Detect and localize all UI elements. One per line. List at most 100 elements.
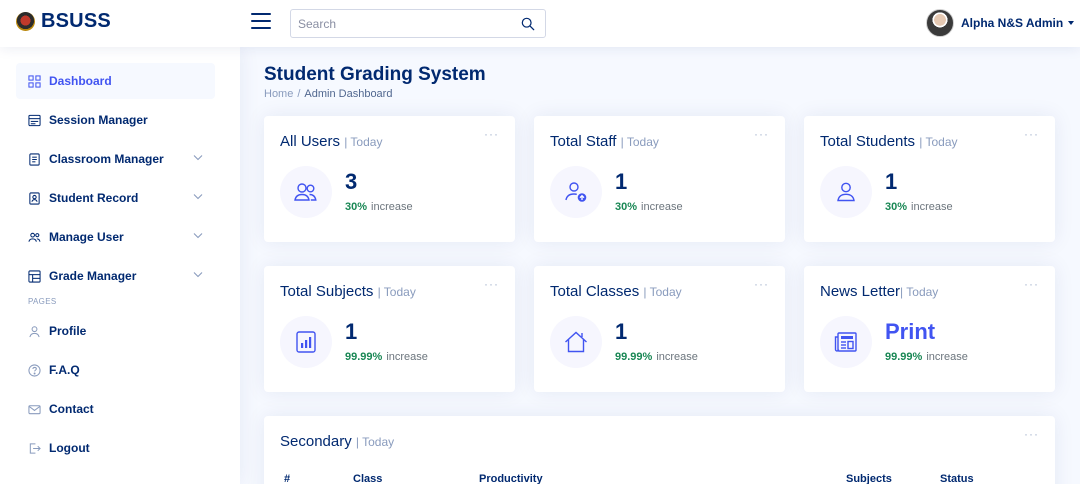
card-title-text: Total Staff	[550, 133, 617, 150]
more-options-icon[interactable]: ···	[1024, 278, 1039, 290]
card-stat: 99.99% increase	[885, 351, 968, 363]
student-record-icon	[29, 191, 40, 205]
card-all-users: All Users | Today ··· 3 30% increase	[264, 116, 515, 242]
column-header[interactable]: #	[284, 473, 290, 484]
brand-logo[interactable]: BSUSS	[16, 10, 111, 33]
chevron-down-icon[interactable]	[193, 271, 203, 278]
stat-percent: 30%	[615, 201, 638, 213]
card-title-text: Total Classes	[550, 283, 640, 300]
card-title-text: Total Students	[820, 133, 916, 150]
more-options-icon[interactable]: ···	[484, 278, 499, 290]
sidebar-item-classroom-manager[interactable]: Classroom Manager	[16, 141, 215, 177]
sidebar-item-session-manager[interactable]: Session Manager	[16, 102, 215, 138]
sidebar-item-label: Profile	[49, 324, 87, 338]
sidebar-item-label: Dashboard	[49, 74, 112, 88]
sidebar-item-grade-manager[interactable]: Grade Manager	[16, 258, 215, 294]
logout-icon	[29, 442, 41, 454]
chevron-down-icon[interactable]	[193, 154, 203, 161]
top-header: BSUSS Alpha N&S Admin	[0, 0, 1080, 47]
card-icon	[550, 316, 602, 368]
envelope-icon	[28, 404, 41, 414]
sidebar-item-label: Classroom Manager	[49, 152, 164, 166]
more-options-icon[interactable]: ···	[754, 128, 769, 140]
sidebar-item-dashboard[interactable]: Dashboard	[16, 63, 215, 99]
stat-trend: increase	[641, 201, 683, 213]
person-up-icon	[565, 182, 587, 202]
chevron-down-icon[interactable]	[193, 193, 203, 200]
search-input[interactable]	[291, 10, 511, 37]
card-icon	[280, 166, 332, 218]
sidebar-nav: Dashboard Session Manager Classroom Mana…	[16, 63, 215, 469]
card-stat: 99.99% increase	[345, 351, 428, 363]
user-menu[interactable]: Alpha N&S Admin	[926, 9, 1075, 37]
classroom-icon	[29, 152, 40, 166]
column-header[interactable]: Productivity	[479, 473, 543, 484]
stat-percent: 30%	[345, 201, 368, 213]
sidebar-item-label: Logout	[49, 441, 90, 455]
card-title-text: News Letter	[820, 283, 901, 300]
grade-icon	[28, 269, 41, 283]
stat-trend: increase	[911, 201, 953, 213]
bar-chart-icon	[296, 331, 316, 353]
sidebar-item-label: Session Manager	[49, 113, 148, 127]
card-title: Total Subjects | Today	[280, 283, 416, 300]
sidebar-item-logout[interactable]: Logout	[16, 430, 215, 466]
person-icon	[837, 182, 855, 202]
card-total-students: Total Students | Today ··· 1 30% increase	[804, 116, 1055, 242]
card-total-staff: Total Staff | Today ··· 1 30% increase	[534, 116, 785, 242]
caret-down-icon[interactable]	[1068, 21, 1075, 25]
stat-trend: increase	[386, 351, 428, 363]
secondary-card: Secondary | Today ··· # Class Productivi…	[264, 416, 1055, 484]
search-icon[interactable]	[521, 17, 535, 31]
user-name[interactable]: Alpha N&S Admin	[961, 16, 1063, 30]
sidebar-item-student-record[interactable]: Student Record	[16, 180, 215, 216]
card-title: Total Students | Today	[820, 133, 958, 150]
print-link[interactable]: Print	[885, 319, 935, 345]
card-title: All Users | Today	[280, 133, 382, 150]
question-circle-icon	[28, 363, 41, 377]
card-value: 1	[885, 169, 898, 194]
card-icon	[280, 316, 332, 368]
card-total-classes: Total Classes | Today ··· 1 99.99% increa…	[534, 266, 785, 392]
breadcrumb-home[interactable]: Home	[264, 88, 293, 100]
card-news-letter: News Letter| Today ··· Print 99.99% incre…	[804, 266, 1055, 392]
sidebar-item-label: Grade Manager	[49, 269, 137, 283]
stat-percent: 30%	[885, 201, 908, 213]
sidebar-item-label: Manage User	[49, 230, 124, 244]
sidebar-item-label: Contact	[49, 402, 94, 416]
stat-percent: 99.99%	[615, 351, 653, 363]
brand-name: BSUSS	[41, 10, 111, 32]
sidebar-item-contact[interactable]: Contact	[16, 391, 215, 427]
breadcrumb-current: Admin Dashboard	[304, 88, 393, 100]
column-header[interactable]: Subjects	[846, 473, 892, 484]
sidebar-item-profile[interactable]: Profile	[16, 313, 215, 349]
column-header[interactable]: Class	[353, 473, 382, 484]
more-options-icon[interactable]: ···	[484, 128, 499, 140]
card-value: 1	[345, 319, 358, 344]
more-options-icon[interactable]: ···	[1024, 128, 1039, 140]
more-options-icon[interactable]: ···	[754, 278, 769, 290]
card-stat: 30% increase	[345, 201, 413, 213]
sidebar-item-faq[interactable]: F.A.Q	[16, 352, 215, 388]
card-value: 1	[615, 319, 628, 344]
stat-trend: increase	[656, 351, 698, 363]
sidebar-item-label: Student Record	[49, 191, 139, 205]
sidebar-item-manage-user[interactable]: Manage User	[16, 219, 215, 255]
card-period: | Today	[355, 435, 395, 449]
session-icon	[28, 114, 41, 126]
logo-emblem-icon	[16, 12, 35, 31]
avatar[interactable]	[926, 9, 954, 37]
menu-toggle-icon[interactable]	[251, 13, 271, 31]
card-title: Total Staff | Today	[550, 133, 659, 150]
chevron-down-icon[interactable]	[193, 232, 203, 239]
grid-icon	[28, 74, 41, 88]
card-period: | Today	[919, 135, 958, 149]
card-period: | Today	[344, 135, 383, 149]
card-stat: 30% increase	[885, 201, 953, 213]
card-period: | Today	[643, 285, 682, 299]
people-icon	[28, 232, 41, 242]
more-options-icon[interactable]: ···	[1024, 428, 1039, 440]
stat-percent: 99.99%	[345, 351, 383, 363]
people-icon	[294, 183, 317, 201]
column-header[interactable]: Status	[940, 473, 974, 484]
